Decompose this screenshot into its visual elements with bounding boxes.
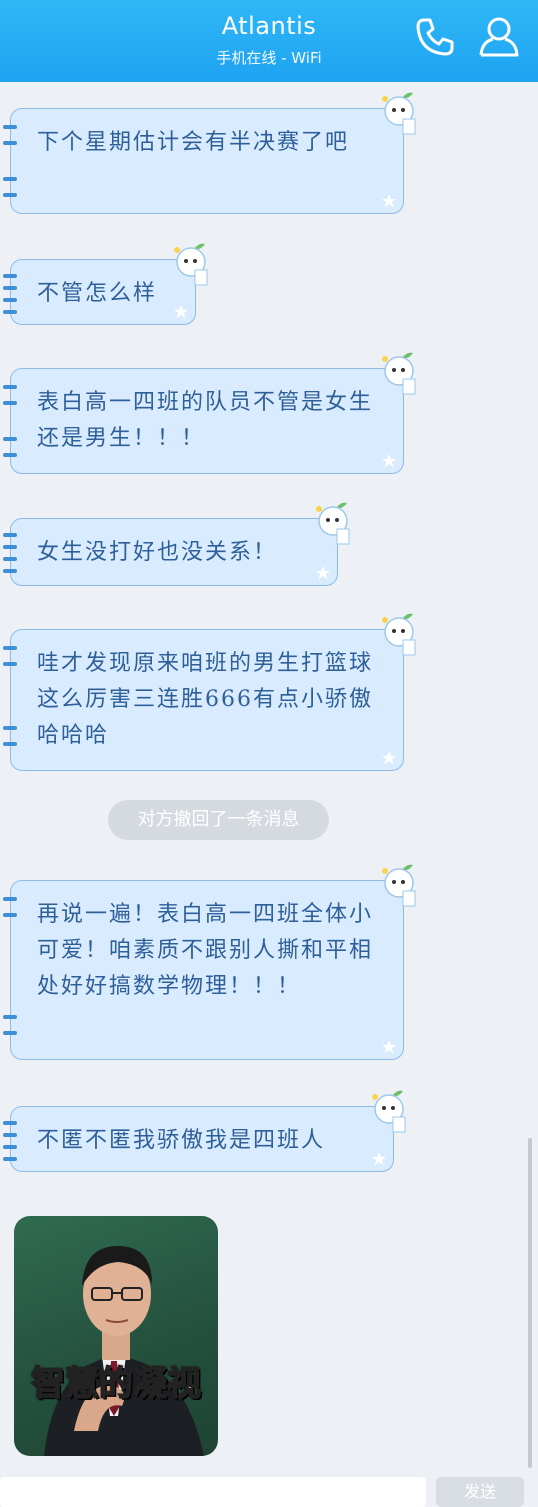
send-button[interactable]: 发送 (436, 1477, 524, 1507)
sprout-mascot-icon (382, 864, 416, 907)
sticker-caption: 智慧的凝视 (30, 1363, 202, 1405)
message-bubble[interactable]: 哇才发现原来咱班的男生打篮球这么厉害三连胜666有点小骄傲哈哈哈 (3, 613, 416, 771)
star-icon (382, 1040, 396, 1054)
notebook-rings (3, 640, 17, 760)
sprout-mascot-icon (174, 243, 208, 286)
input-bar: 发送 (0, 1475, 538, 1507)
star-icon (382, 454, 396, 468)
user-icon[interactable] (476, 14, 522, 60)
sprout-mascot-icon (382, 613, 416, 656)
notebook-rings (3, 270, 17, 314)
recall-notice: 对方撤回了一条消息 (108, 800, 329, 840)
notebook-rings (3, 1117, 17, 1161)
message-list[interactable]: 下个星期估计会有半决赛了吧 不管怎么样 表白高一四班的队员不管是女生还是男生！！… (0, 82, 538, 1475)
star-icon (174, 305, 188, 319)
man-portrait-illustration (44, 1246, 204, 1456)
message-bubble[interactable]: 下个星期估计会有半决赛了吧 (3, 92, 416, 214)
message-text: 不管怎么样 (37, 281, 158, 306)
sprout-mascot-icon (372, 1090, 406, 1133)
star-icon (382, 194, 396, 208)
message-bubble[interactable]: 表白高一四班的队员不管是女生还是男生！！！ (3, 352, 416, 474)
notebook-rings (3, 379, 17, 463)
scrollbar-thumb[interactable] (528, 1138, 532, 1468)
message-bubble[interactable]: 女生没打好也没关系！ (3, 502, 350, 586)
message-text: 下个星期估计会有半决赛了吧 (37, 130, 350, 155)
message-input[interactable] (0, 1477, 426, 1507)
sprout-mascot-icon (316, 502, 350, 545)
sticker-image[interactable]: 智慧的凝视 (14, 1216, 218, 1456)
message-text: 不匿不匿我骄傲我是四班人 (37, 1128, 326, 1153)
message-text: 哇才发现原来咱班的男生打篮球这么厉害三连胜666有点小骄傲哈哈哈 (37, 651, 374, 748)
message-bubble[interactable]: 不管怎么样 (3, 243, 208, 325)
star-icon (372, 1152, 386, 1166)
chat-header: Atlantis 手机在线 - WiFi (0, 0, 538, 82)
message-text: 表白高一四班的队员不管是女生还是男生！！！ (37, 390, 374, 451)
message-text: 再说一遍！表白高一四班全体小可爱！咱素质不跟别人撕和平相处好好搞数学物理！！！ (37, 902, 374, 999)
sprout-mascot-icon (382, 92, 416, 135)
notebook-rings (3, 529, 17, 575)
notebook-rings (3, 891, 17, 1049)
message-text: 女生没打好也没关系！ (37, 540, 278, 565)
star-icon (316, 566, 330, 580)
sprout-mascot-icon (382, 352, 416, 395)
message-bubble[interactable]: 不匿不匿我骄傲我是四班人 (3, 1090, 406, 1172)
star-icon (382, 751, 396, 765)
notebook-rings (3, 119, 17, 203)
phone-icon[interactable] (412, 14, 458, 60)
message-bubble[interactable]: 再说一遍！表白高一四班全体小可爱！咱素质不跟别人撕和平相处好好搞数学物理！！！ (3, 864, 416, 1060)
